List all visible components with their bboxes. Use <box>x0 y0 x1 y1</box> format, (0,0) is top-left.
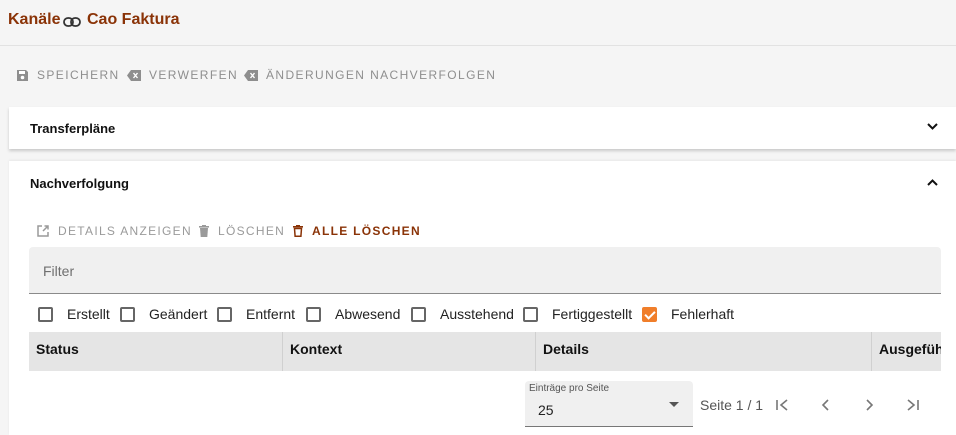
filter-label: Filter <box>43 263 75 279</box>
delete-button[interactable]: LÖSCHEN <box>199 224 285 238</box>
checkbox-label: Fehlerhaft <box>671 306 735 322</box>
page-title: Cao Faktura <box>87 11 180 28</box>
checkbox-box-checked[interactable] <box>642 306 657 322</box>
checkbox-label: Ausstehend <box>440 306 514 322</box>
chevron-up-icon[interactable] <box>927 179 938 186</box>
column-status[interactable]: Status <box>29 332 283 371</box>
discard-button[interactable]: VERWERFEN <box>127 68 238 82</box>
checkbox-box[interactable] <box>217 306 232 322</box>
checkbox-label: Fertiggestellt <box>552 306 633 322</box>
per-page-select[interactable]: Einträge pro Seite 25 <box>525 381 693 427</box>
transfer-plans-title: Transferpläne <box>30 121 116 136</box>
last-page-icon[interactable] <box>906 399 920 411</box>
filter-removed-checkbox[interactable]: Entfernt <box>217 306 295 322</box>
checkbox-box[interactable] <box>523 306 538 322</box>
show-details-label: DETAILS ANZEIGEN <box>58 224 192 238</box>
filter-input[interactable]: Filter <box>29 247 941 294</box>
app-header: Kanäle Cao Faktura <box>0 0 956 46</box>
column-executed[interactable]: Ausgeführt <box>872 332 941 371</box>
checkbox-box[interactable] <box>411 306 426 322</box>
checkbox-label: Abwesend <box>335 306 401 322</box>
next-page-icon[interactable] <box>866 399 874 411</box>
tracking-panel: Nachverfolgung DETAILS ANZEIGEN LÖSCHEN … <box>9 161 956 435</box>
previous-page-icon[interactable] <box>821 399 829 411</box>
save-icon <box>17 69 28 81</box>
trash-icon <box>199 225 209 237</box>
delete-label: LÖSCHEN <box>218 224 286 238</box>
checkbox-box[interactable] <box>306 306 321 322</box>
dropdown-arrow-icon <box>669 402 679 407</box>
filter-changed-checkbox[interactable]: Geändert <box>120 306 207 322</box>
save-button[interactable]: SPEICHERN <box>16 68 120 82</box>
backspace-icon <box>127 69 141 81</box>
checkbox-label: Geändert <box>149 306 208 322</box>
filter-absent-checkbox[interactable]: Abwesend <box>306 306 400 322</box>
per-page-label: Einträge pro Seite <box>529 383 610 394</box>
tracking-title: Nachverfolgung <box>30 176 129 191</box>
checkbox-label: Erstellt <box>67 306 110 322</box>
checkbox-box[interactable] <box>38 306 53 322</box>
table-header: Status Kontext Details Ausgeführt <box>29 332 941 371</box>
checkbox-box[interactable] <box>120 306 135 322</box>
column-context[interactable]: Kontext <box>283 332 536 371</box>
link-icon <box>63 14 81 32</box>
show-details-button[interactable]: DETAILS ANZEIGEN <box>37 224 192 238</box>
breadcrumb-channels[interactable]: Kanäle <box>8 11 60 29</box>
filter-created-checkbox[interactable]: Erstellt <box>38 306 110 322</box>
filter-pending-checkbox[interactable]: Ausstehend <box>411 306 514 322</box>
page-info: Seite 1 / 1 <box>700 397 764 413</box>
main-toolbar: SPEICHERN VERWERFEN ÄNDERUNGEN NACHVERFO… <box>0 47 956 107</box>
per-page-value: 25 <box>538 402 554 418</box>
checkbox-label: Entfernt <box>246 306 296 322</box>
delete-all-button[interactable]: ALLE LÖSCHEN <box>293 224 421 238</box>
delete-all-label: ALLE LÖSCHEN <box>312 224 421 238</box>
track-changes-button[interactable]: ÄNDERUNGEN NACHVERFOLGEN <box>244 68 496 82</box>
transfer-plans-panel[interactable]: Transferpläne <box>9 107 956 149</box>
discard-label: VERWERFEN <box>149 68 239 82</box>
filter-failed-checkbox[interactable]: Fehlerhaft <box>642 306 734 322</box>
track-changes-label: ÄNDERUNGEN NACHVERFOLGEN <box>266 68 497 82</box>
column-details[interactable]: Details <box>536 332 872 371</box>
trash-outline-icon <box>293 225 303 237</box>
backspace-icon <box>244 69 258 81</box>
first-page-icon[interactable] <box>775 399 789 411</box>
filter-completed-checkbox[interactable]: Fertiggestellt <box>523 306 632 322</box>
open-external-icon <box>37 225 49 237</box>
save-label: SPEICHERN <box>37 68 120 82</box>
chevron-down-icon[interactable] <box>927 123 938 130</box>
